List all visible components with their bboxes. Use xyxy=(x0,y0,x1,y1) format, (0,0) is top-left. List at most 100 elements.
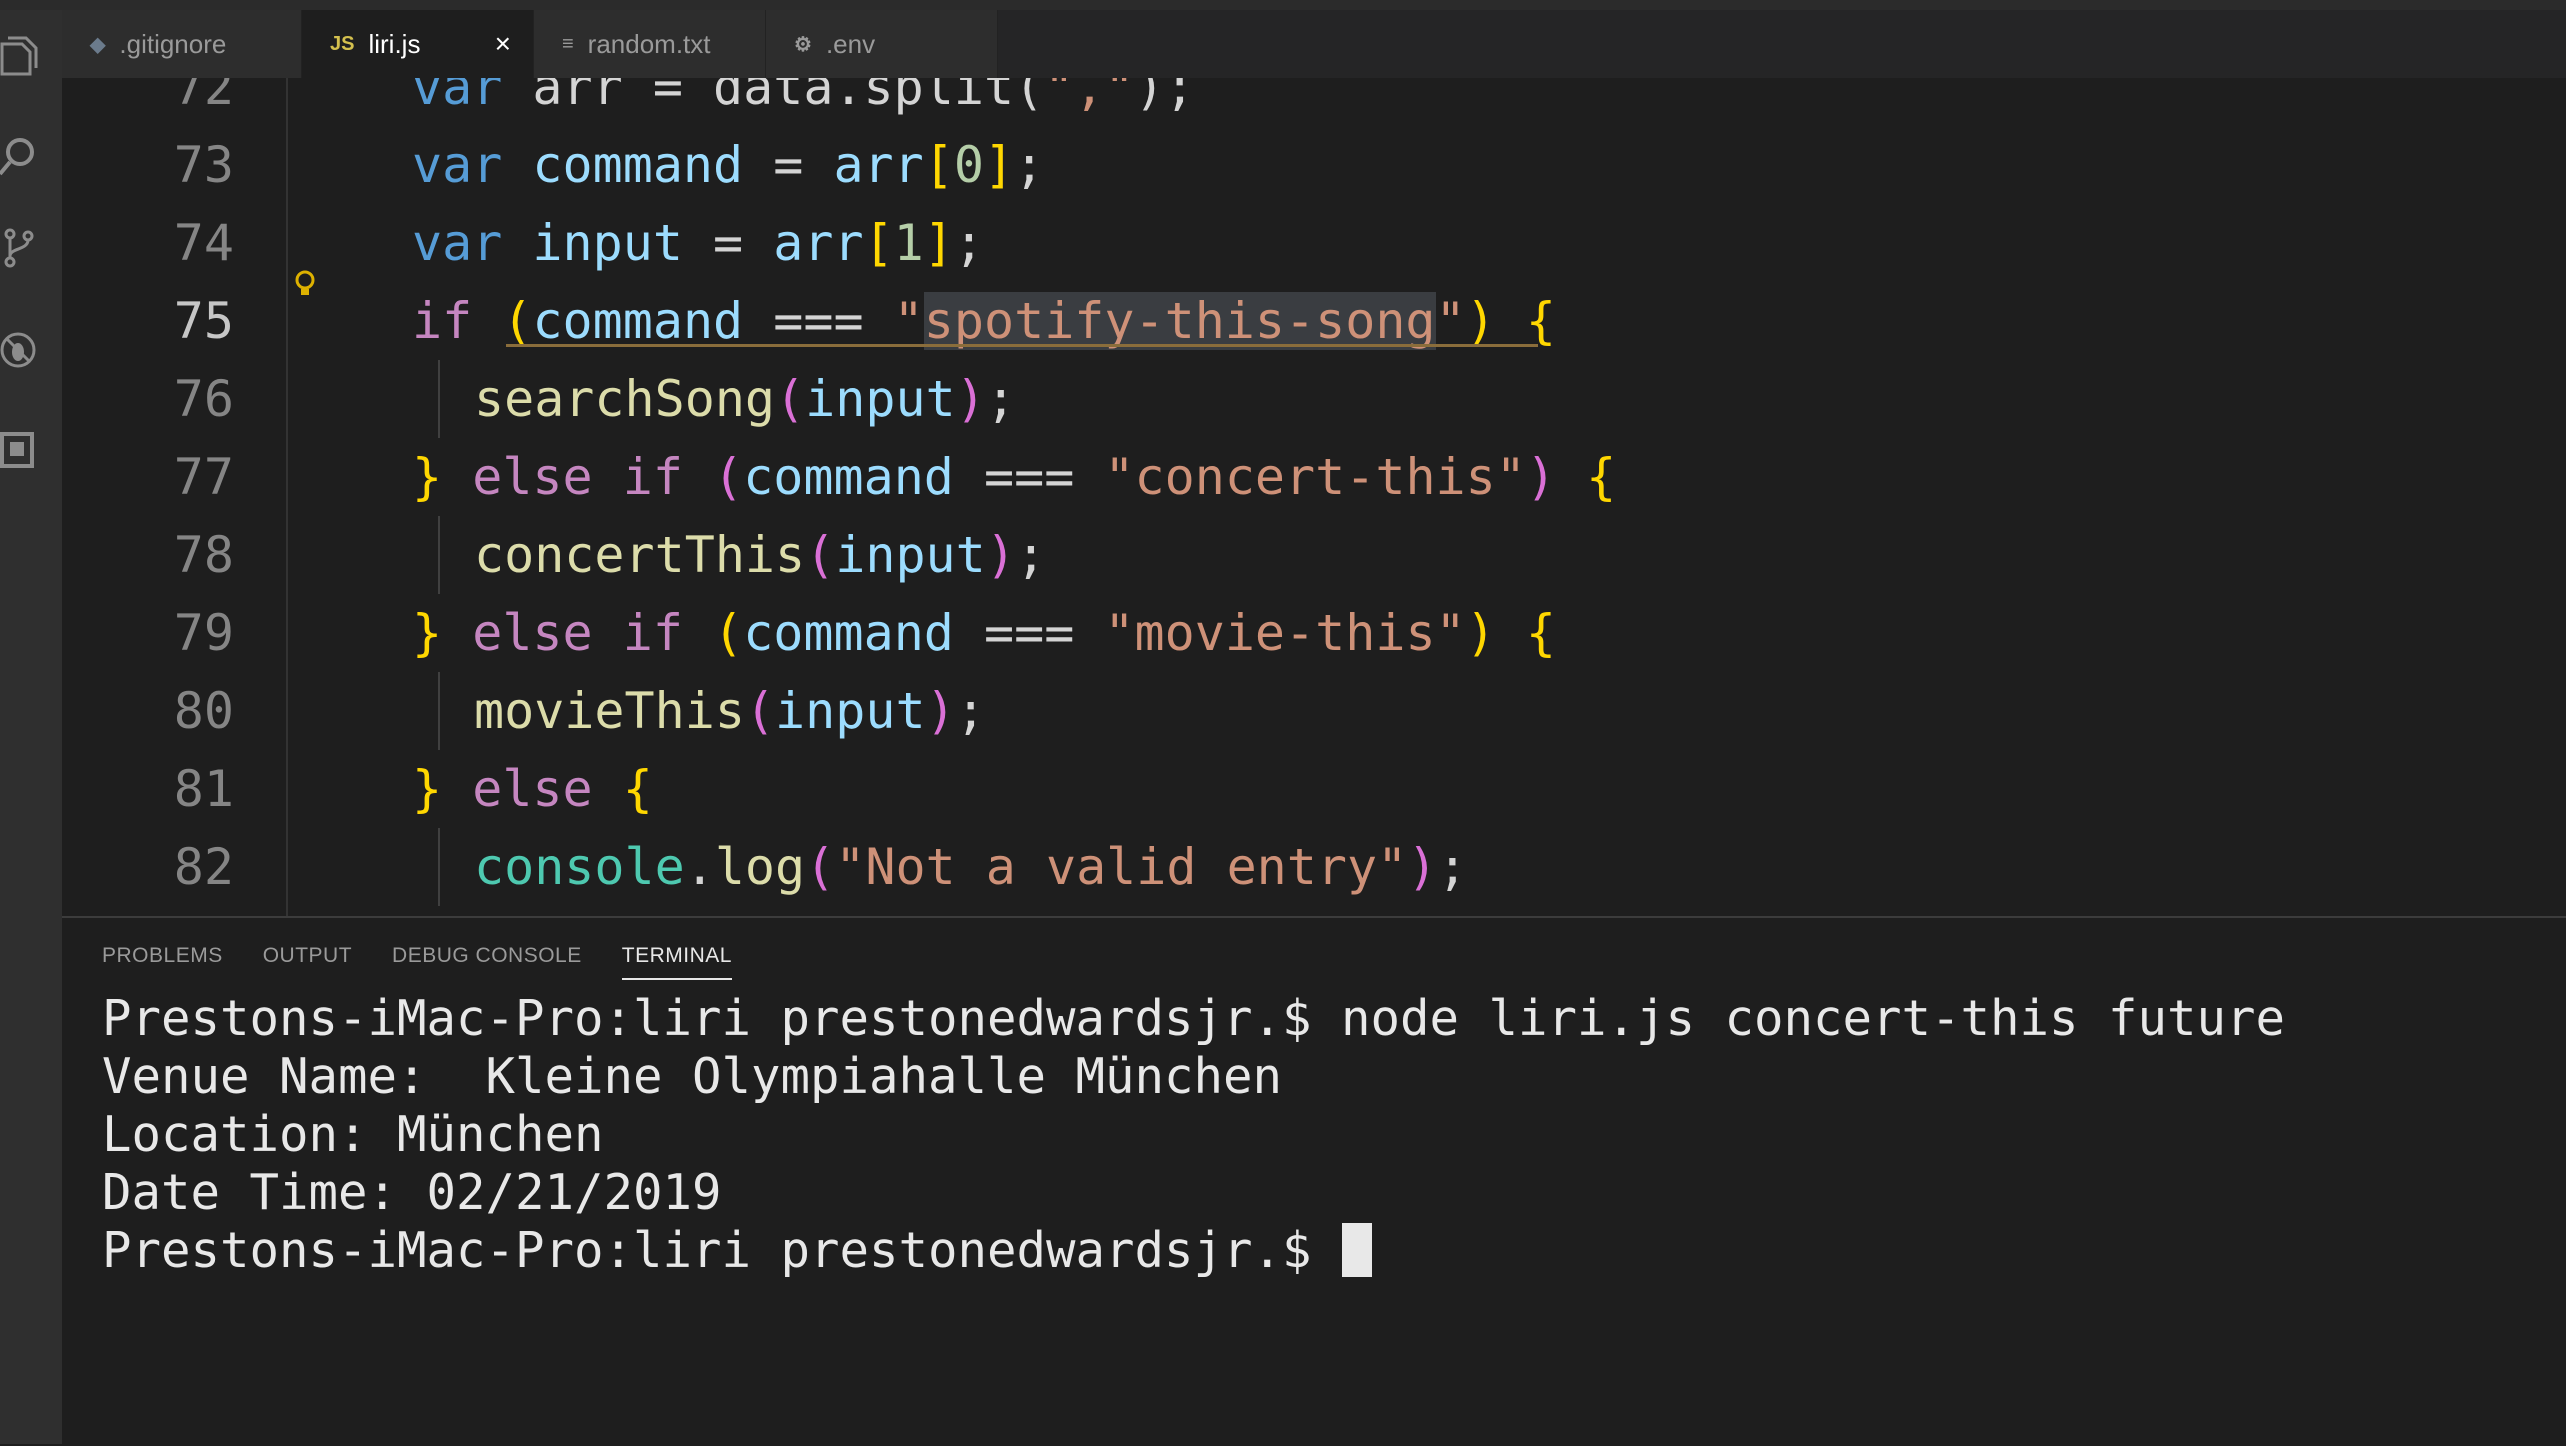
code-line[interactable]: 83} xyxy=(62,906,2566,916)
code-line[interactable]: 78 concertThis(input); xyxy=(62,516,2566,594)
code-token: input xyxy=(805,370,956,428)
code-token: " xyxy=(893,292,924,350)
code-token: "movie-this" xyxy=(1104,604,1466,662)
search-icon[interactable] xyxy=(0,136,40,176)
code-line[interactable]: 79} else if (command === "movie-this") { xyxy=(62,594,2566,672)
editor-tab-bar: ◆ .gitignore JS liri.js × ≡ random.txt ⚙… xyxy=(62,10,2566,78)
code-token: ) xyxy=(1407,838,1438,896)
code-text: } else if (command === "movie-this") { xyxy=(412,594,1556,672)
code-token: ; xyxy=(985,370,1016,428)
tab-random-txt[interactable]: ≡ random.txt xyxy=(534,10,766,78)
tab-env[interactable]: ⚙ .env xyxy=(766,10,998,78)
code-token: ); xyxy=(1134,78,1195,116)
code-token: { xyxy=(1586,448,1617,506)
lightbulb-icon[interactable] xyxy=(294,270,316,300)
close-tab-button[interactable]: × xyxy=(495,30,511,58)
line-number: 76 xyxy=(173,370,234,428)
code-line[interactable]: 74 var input = arr[1]; xyxy=(62,204,2566,282)
code-token: ) xyxy=(955,370,986,428)
tab-output[interactable]: OUTPUT xyxy=(263,940,352,980)
code-token: ) xyxy=(985,526,1016,584)
line-number: 73 xyxy=(173,136,234,194)
code-line[interactable]: 76 searchSong(input); xyxy=(62,360,2566,438)
code-token: === xyxy=(743,292,894,350)
line-number: 82 xyxy=(173,838,234,896)
code-token: } xyxy=(412,448,443,506)
code-token: command xyxy=(743,604,954,662)
code-line[interactable]: 77} else if (command === "concert-this")… xyxy=(62,438,2566,516)
line-number: 80 xyxy=(173,682,234,740)
explorer-icon[interactable] xyxy=(0,36,40,76)
code-line[interactable]: 82 console.log("Not a valid entry"); xyxy=(62,828,2566,906)
tab-problems[interactable]: PROBLEMS xyxy=(102,940,223,980)
line-number: 78 xyxy=(173,526,234,584)
code-token: console xyxy=(474,838,685,896)
code-token: { xyxy=(622,760,653,818)
code-line[interactable]: 81} else { xyxy=(62,750,2566,828)
code-token: ] xyxy=(983,136,1015,194)
code-token: [ xyxy=(863,214,894,272)
code-token: var xyxy=(412,136,503,194)
code-token: "," xyxy=(1044,78,1135,116)
terminal-prompt-line[interactable]: Prestons-iMac-Pro:liri prestonedwardsjr.… xyxy=(102,1222,2285,1280)
code-text: console.log("Not a valid entry"); xyxy=(474,828,1467,906)
line-number: 75 xyxy=(173,292,234,350)
code-token: command xyxy=(532,136,744,194)
code-token: ; xyxy=(1437,838,1468,896)
tab-debug-console[interactable]: DEBUG CONSOLE xyxy=(392,940,582,980)
extensions-icon[interactable] xyxy=(0,430,40,470)
code-token: ( xyxy=(775,370,806,428)
line-number: 83 xyxy=(62,906,234,916)
code-token: [ xyxy=(923,136,954,194)
code-token: if xyxy=(622,604,683,662)
code-token: ( xyxy=(713,448,744,506)
code-line[interactable]: 73 var command = arr[0]; xyxy=(62,126,2566,204)
code-line[interactable]: 80 movieThis(input); xyxy=(62,672,2566,750)
tab-terminal[interactable]: TERMINAL xyxy=(621,940,732,980)
code-token: . xyxy=(684,838,715,896)
code-token: } xyxy=(412,760,443,818)
gear-icon: ⚙ xyxy=(794,33,812,56)
text-file-icon: ≡ xyxy=(562,32,574,55)
code-text: } xyxy=(412,906,442,916)
code-text: } else { xyxy=(412,750,653,828)
code-token: ( xyxy=(805,838,836,896)
code-token: 0 xyxy=(953,136,984,194)
code-token: input xyxy=(775,682,926,740)
code-token: ) xyxy=(925,682,956,740)
code-token: === xyxy=(953,448,1105,506)
code-token: var xyxy=(412,78,503,116)
indent-guide xyxy=(438,672,440,750)
code-token: ) xyxy=(1465,292,1496,350)
js-file-icon: JS xyxy=(330,32,355,55)
code-token: } xyxy=(412,604,443,662)
code-token: input xyxy=(835,526,986,584)
code-token: ] xyxy=(923,214,954,272)
source-control-icon[interactable] xyxy=(0,228,40,268)
code-token: command xyxy=(532,292,744,350)
code-line[interactable]: 75 if (command === "spotify-this-song") { xyxy=(62,282,2566,360)
code-token: = xyxy=(743,136,834,194)
debug-icon[interactable] xyxy=(0,330,40,370)
tab-liri-js[interactable]: JS liri.js × xyxy=(302,10,534,78)
code-token: var xyxy=(412,214,503,272)
git-diamond-icon: ◆ xyxy=(90,33,106,56)
code-line[interactable]: 72 var arr = data.split(","); xyxy=(62,78,2566,126)
terminal-output[interactable]: Prestons-iMac-Pro:liri prestonedwardsjr.… xyxy=(102,990,2285,1280)
code-editor[interactable]: 72 var arr = data.split(","); 73 var comman… xyxy=(62,78,2566,916)
code-token: searchSong xyxy=(474,370,776,428)
code-token: " xyxy=(1435,292,1466,350)
code-token: if xyxy=(622,448,683,506)
indent-guide xyxy=(438,360,440,438)
code-token: command xyxy=(743,448,954,506)
code-token: if xyxy=(412,292,473,350)
tab-gitignore[interactable]: ◆ .gitignore xyxy=(62,10,302,78)
panel-tabs: PROBLEMS OUTPUT DEBUG CONSOLE TERMINAL xyxy=(102,940,772,980)
